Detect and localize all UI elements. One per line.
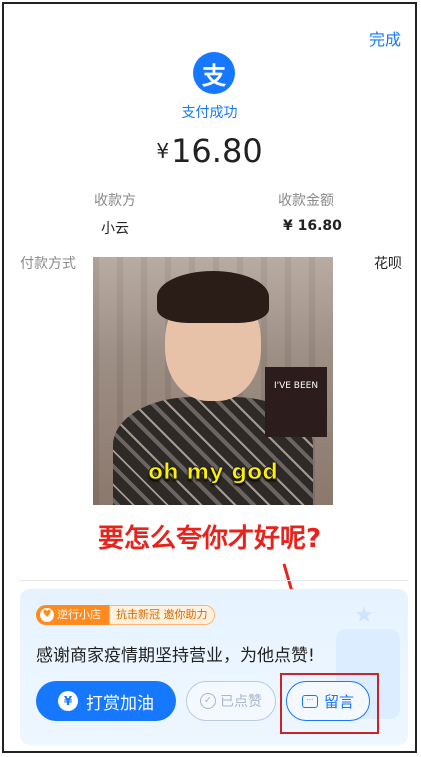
- campaign-tag: 抗击新冠 邀你助力: [109, 605, 215, 625]
- done-button[interactable]: 完成: [369, 26, 401, 50]
- receive-amount-label: 收款金额: [278, 193, 334, 209]
- payment-amount: ¥16.80: [4, 132, 415, 170]
- shop-tag-label: 逆行小店: [57, 608, 101, 621]
- payment-method-value: 花呗: [374, 256, 402, 272]
- currency-symbol: ¥: [156, 139, 170, 163]
- liked-button[interactable]: ✓ 已点赞: [186, 681, 276, 721]
- book-cover: I'VE BEEN: [265, 367, 327, 437]
- payment-status: 支付成功: [181, 105, 238, 121]
- tip-button-label: 打赏加油: [86, 693, 154, 714]
- photo-caption: oh my god: [148, 460, 279, 486]
- screen-frame: 完成 支 支付成功 ¥16.80 收款方 小云 收款金额 ¥ 16.80 付款方…: [2, 2, 417, 753]
- person-hair: [157, 271, 269, 323]
- shop-tag: ♥ 逆行小店: [36, 605, 109, 625]
- amount-value: 16.80: [171, 132, 263, 170]
- payment-method-label: 付款方式: [20, 256, 76, 272]
- check-icon: ✓: [200, 693, 216, 709]
- payee-value: 小云: [101, 221, 129, 237]
- coin-icon: ¥: [58, 691, 78, 711]
- heart-icon: ♥: [40, 608, 54, 622]
- receive-amount-value: ¥ 16.80: [283, 218, 342, 234]
- star-decoration-icon: ★: [354, 603, 374, 628]
- thanks-message: 感谢商家疫情期坚持营业，为他点赞!: [36, 646, 315, 666]
- card-divider: [20, 570, 408, 581]
- payee-label: 收款方: [94, 193, 136, 209]
- highlight-box: [280, 673, 379, 734]
- ad-photo: I'VE BEEN oh my god: [93, 257, 333, 505]
- alipay-logo-icon: 支: [193, 52, 235, 94]
- card-tags: ♥ 逆行小店 抗击新冠 邀你助力: [36, 605, 215, 625]
- liked-button-label: 已点赞: [220, 694, 262, 710]
- tip-button[interactable]: ¥ 打赏加油: [36, 681, 176, 721]
- overlay-annotation: 要怎么夸你才好呢?: [97, 524, 322, 554]
